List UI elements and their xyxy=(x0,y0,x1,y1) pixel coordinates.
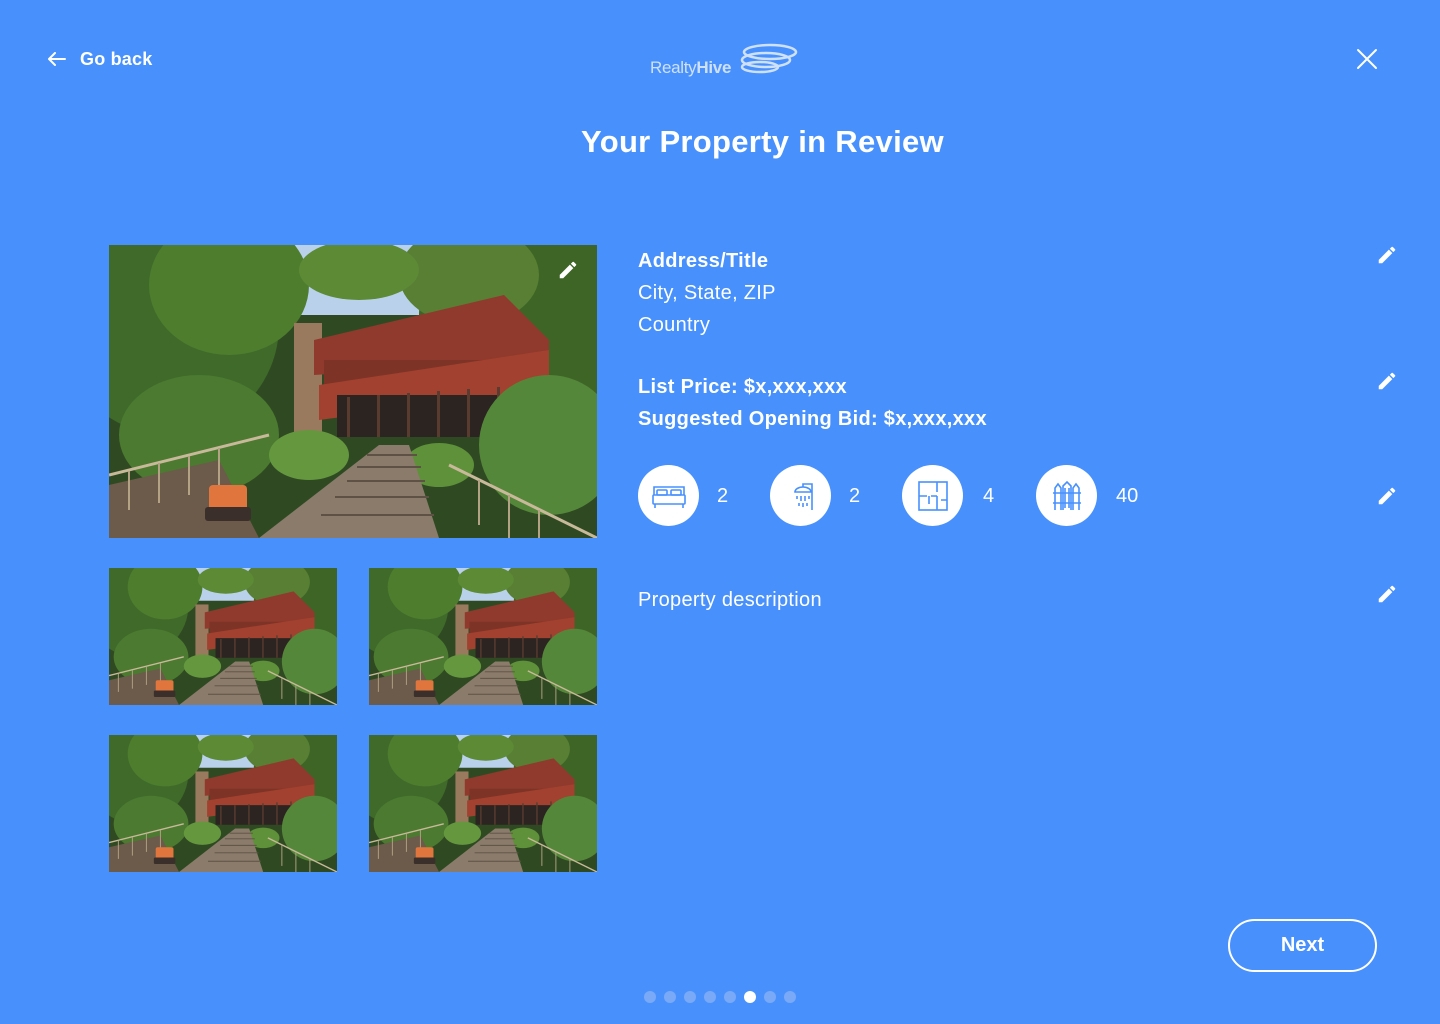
shower-feature xyxy=(770,465,831,526)
country: Country xyxy=(638,314,711,336)
edit-description-pencil-icon[interactable] xyxy=(1376,583,1398,605)
photo-thumbnail[interactable] xyxy=(109,568,337,705)
next-button[interactable]: Next xyxy=(1228,919,1377,972)
shower-icon xyxy=(793,482,813,510)
city-state-zip: City, State, ZIP xyxy=(638,282,776,304)
photo-thumbnail[interactable] xyxy=(369,568,597,705)
pagination-dot[interactable] xyxy=(644,991,656,1003)
edit-address-pencil-icon[interactable] xyxy=(1376,244,1398,266)
fence-icon xyxy=(1052,480,1081,510)
photo-thumbnail[interactable] xyxy=(369,735,597,872)
edit-features-pencil-icon[interactable] xyxy=(1376,485,1398,507)
pencil-icon[interactable] xyxy=(557,259,579,281)
pagination-dots xyxy=(644,991,796,1003)
house-image xyxy=(109,568,337,705)
bed-feature xyxy=(638,465,699,526)
fence-feature xyxy=(1036,465,1097,526)
pagination-dot[interactable] xyxy=(764,991,776,1003)
shower-count: 2 xyxy=(849,485,861,507)
go-back-button[interactable]: Go back xyxy=(48,46,152,72)
pagination-dot[interactable] xyxy=(684,991,696,1003)
pagination-dot[interactable] xyxy=(744,991,756,1003)
logo-text-bold: Hive xyxy=(696,58,732,77)
logo-text-light: Realty xyxy=(650,58,697,77)
property-description: Property description xyxy=(638,589,822,611)
logo-swirl-icon xyxy=(740,43,798,74)
pagination-dot[interactable] xyxy=(704,991,716,1003)
pagination-dot[interactable] xyxy=(724,991,736,1003)
realtyhive-logo: RealtyHive xyxy=(640,38,800,82)
address-title: Address/Title xyxy=(638,250,769,272)
fence-count: 40 xyxy=(1116,485,1139,507)
pagination-dot[interactable] xyxy=(664,991,676,1003)
main-property-photo[interactable] xyxy=(109,245,597,538)
page-title: Your Property in Review xyxy=(581,124,944,159)
pagination-dot[interactable] xyxy=(784,991,796,1003)
house-image xyxy=(369,568,597,705)
house-image xyxy=(109,735,337,872)
edit-price-pencil-icon[interactable] xyxy=(1376,370,1398,392)
arrow-left-icon xyxy=(48,52,66,66)
logo-text: RealtyHive xyxy=(650,58,731,78)
suggested-opening-bid: Suggested Opening Bid: $x,xxx,xxx xyxy=(638,408,987,430)
floorplan-feature xyxy=(902,465,963,526)
list-price: List Price: $x,xxx,xxx xyxy=(638,376,847,398)
floorplan-icon xyxy=(917,480,948,511)
house-image xyxy=(109,245,597,538)
go-back-label: Go back xyxy=(80,48,153,69)
close-button[interactable] xyxy=(1354,46,1380,72)
bed-icon xyxy=(651,485,686,508)
house-image xyxy=(369,735,597,872)
close-icon xyxy=(1357,49,1377,69)
bed-count: 2 xyxy=(717,485,729,507)
photo-thumbnail[interactable] xyxy=(109,735,337,872)
room-count: 4 xyxy=(983,485,995,507)
